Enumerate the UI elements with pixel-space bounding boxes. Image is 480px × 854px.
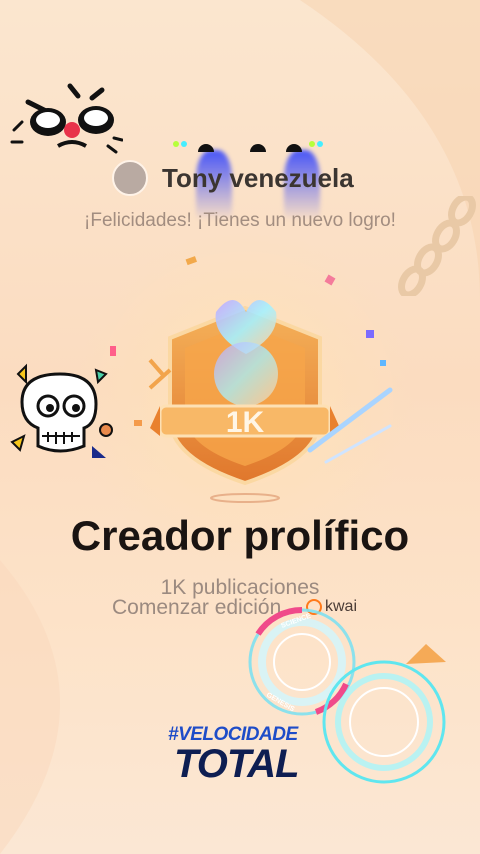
angry-face-sticker bbox=[10, 83, 123, 154]
skull-sticker bbox=[10, 363, 113, 458]
spark-dots bbox=[173, 141, 323, 152]
username: Tony venezuela bbox=[162, 162, 354, 193]
user-row: Tony venezuela bbox=[112, 160, 354, 196]
achievement-title: Creador prolífico bbox=[70, 512, 410, 559]
brand-total: TOTAL bbox=[174, 742, 300, 786]
confetti bbox=[110, 256, 393, 464]
avatar[interactable] bbox=[112, 160, 148, 196]
